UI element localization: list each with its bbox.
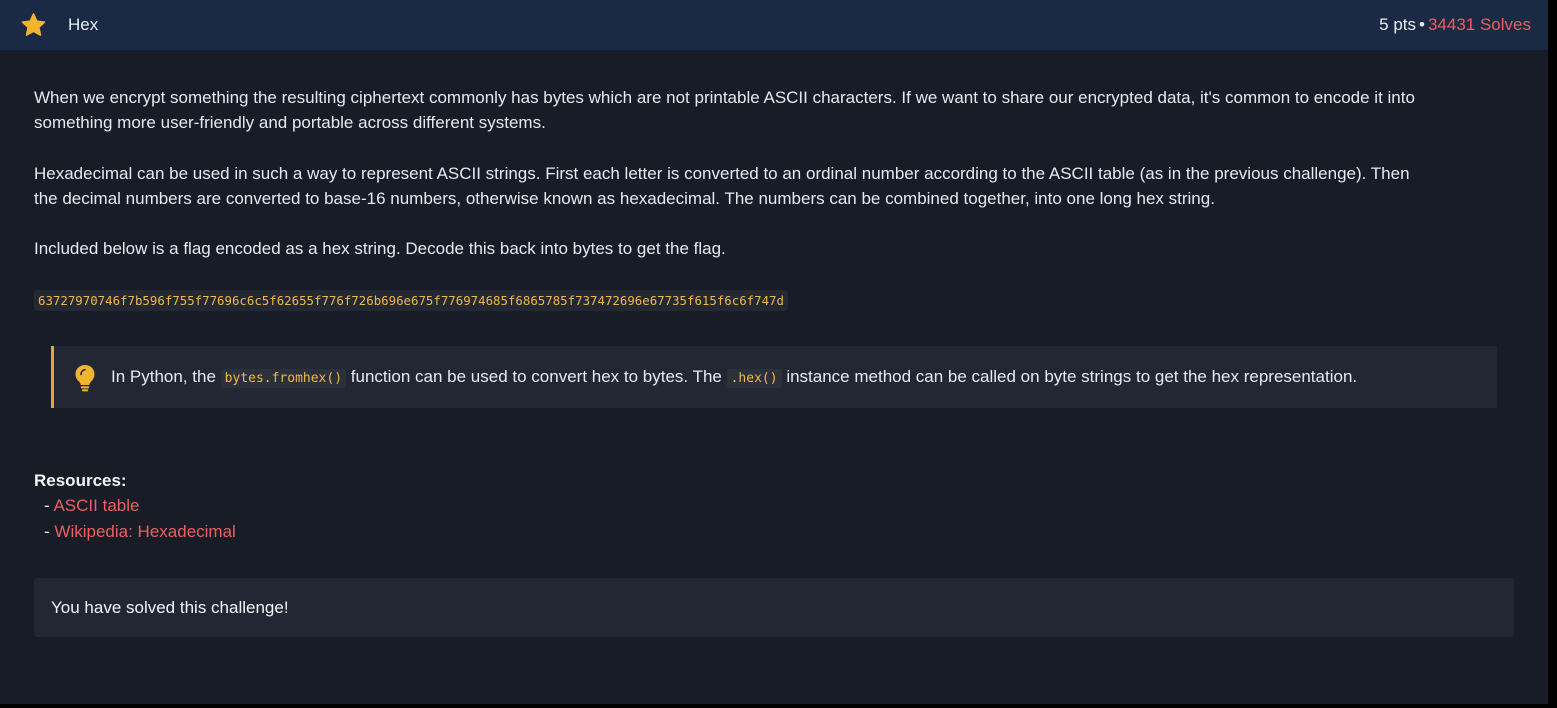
code-bytes-fromhex: bytes.fromhex() [220,369,347,388]
description-line: Hexadecimal can be used in such a way to… [34,164,1410,183]
description-paragraph-3: Included below is a flag encoded as a he… [34,239,726,258]
lightbulb-icon [75,365,95,392]
hint-text-middle: function can be used to convert hex to b… [350,367,722,386]
points-label: 5 pts [1379,15,1417,34]
hint-callout: In Python, the bytes.fromhex() function … [51,346,1497,408]
ascii-table-link[interactable]: ASCII table [53,496,139,515]
challenge-panel: Hex 5 pts • 34431 Solves When we encrypt s… [0,0,1548,704]
hint-text-before: In Python, the [111,367,216,386]
hex-string-code[interactable]: 63727970746f7b596f755f77696c6c5f62655f77… [34,290,788,311]
description-paragraph-1: When we encrypt something the resulting … [34,85,1519,135]
meta-separator: • [1419,15,1425,34]
challenge-header[interactable]: Hex 5 pts • 34431 Solves [0,0,1548,50]
hint-text-after: instance method can be called on byte st… [786,367,1358,386]
description-line: something more user-friendly and portabl… [34,113,546,132]
resource-item: - ASCII table [44,495,139,517]
list-dash: - [44,496,50,515]
resource-item: - Wikipedia: Hexadecimal [44,521,236,543]
solves-count: 34431 Solves [1427,15,1531,34]
resources-heading: Resources: [34,471,127,490]
hint-text: In Python, the bytes.fromhex() function … [111,365,1357,391]
description-line: the decimal numbers are converted to bas… [34,189,1215,208]
challenge-title: Hex [68,15,99,34]
description-line: When we encrypt something the resulting … [34,88,1415,107]
code-hex-method: .hex() [726,369,782,388]
description-paragraph-2: Hexadecimal can be used in such a way to… [34,161,1519,211]
solved-message: You have solved this challenge! [51,598,289,617]
list-dash: - [44,522,50,541]
challenge-meta: 5 pts • 34431 Solves [1379,15,1531,35]
wikipedia-hexadecimal-link[interactable]: Wikipedia: Hexadecimal [54,522,235,541]
star-icon [21,13,46,36]
solved-status-box: You have solved this challenge! [34,578,1514,637]
